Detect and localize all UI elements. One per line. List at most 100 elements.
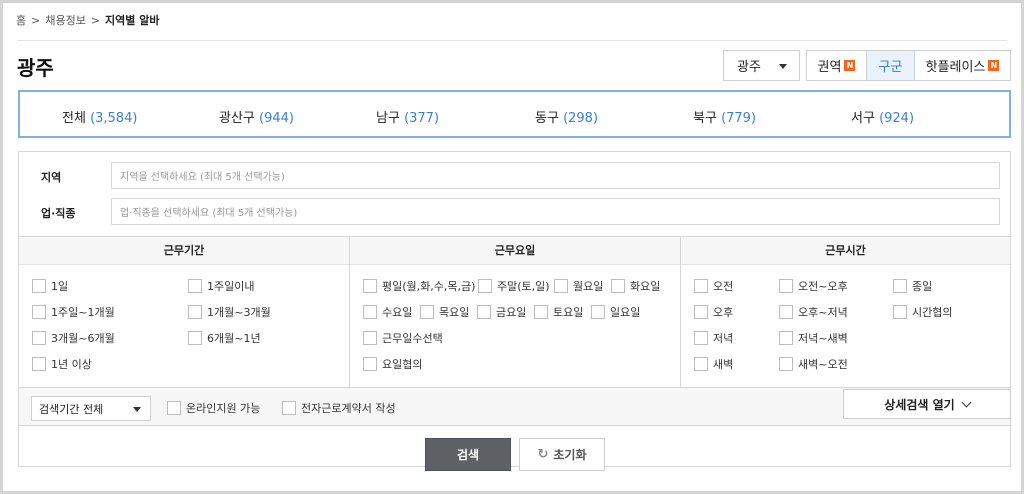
job-field[interactable]: 업·직종을 선택하세요 (최대 5개 선택가능): [111, 198, 1000, 225]
checkbox-box[interactable]: [779, 357, 793, 371]
checkbox-box[interactable]: [779, 305, 793, 319]
e-contract-checkbox[interactable]: 전자근로계약서 작성: [282, 400, 396, 416]
breadcrumb-section[interactable]: 채용정보: [45, 12, 85, 28]
region-field[interactable]: 지역을 선택하세요 (최대 5개 선택가능): [111, 162, 1000, 189]
tab-district[interactable]: 구군: [866, 51, 914, 80]
search-period-select[interactable]: 검색기간 전체: [31, 396, 151, 421]
days-checkbox[interactable]: 월요일: [554, 278, 603, 294]
checkbox-box[interactable]: [32, 305, 46, 319]
period-checkbox[interactable]: 3개월~6개월: [32, 330, 115, 346]
checkbox-box[interactable]: [363, 279, 377, 293]
checkbox-label: 근무일수선택: [382, 332, 443, 345]
condition-table: 근무기간 1일 1주일이내 1주일~1개월 1개월~3개월 3개월~6개월 6개…: [19, 236, 1010, 388]
checkbox-label: 주말(토,일): [497, 280, 550, 293]
days-checkbox[interactable]: 일요일: [591, 304, 640, 320]
time-checkbox[interactable]: 오후: [694, 304, 733, 320]
time-checkbox[interactable]: 저녁~새벽: [779, 330, 848, 346]
period-column: 근무기간 1일 1주일이내 1주일~1개월 1개월~3개월 3개월~6개월 6개…: [19, 237, 349, 387]
reset-label: 초기화: [553, 448, 587, 462]
time-checkbox[interactable]: 오후~저녁: [779, 304, 848, 320]
divider: [17, 40, 1007, 41]
checkbox-label: 1일: [51, 280, 69, 293]
checkbox-box[interactable]: [611, 279, 625, 293]
checkbox-box[interactable]: [694, 305, 708, 319]
reset-button[interactable]: ↻ 초기화: [519, 438, 605, 471]
checkbox-box[interactable]: [694, 357, 708, 371]
region-item-all[interactable]: 전체 (3,584): [62, 107, 137, 126]
checkbox-box[interactable]: [694, 331, 708, 345]
time-checkbox[interactable]: 종일: [893, 278, 932, 294]
checkbox-box[interactable]: [188, 331, 202, 345]
tab-area[interactable]: 권역 N: [807, 51, 866, 80]
time-checkbox[interactable]: 오전: [694, 278, 733, 294]
city-select[interactable]: 광주: [723, 50, 800, 81]
search-button[interactable]: 검색: [425, 438, 511, 471]
tab-hotplace[interactable]: 핫플레이스 N: [914, 51, 1010, 80]
checkbox-box[interactable]: [282, 401, 296, 415]
breadcrumb-separator: >: [31, 13, 41, 27]
region-bar: 전체 (3,584) 광산구 (944) 남구 (377) 동구 (298) 북…: [18, 90, 1011, 138]
checkbox-label: 전자근로계약서 작성: [301, 402, 396, 415]
region-name: 북구: [693, 111, 717, 126]
days-checkbox[interactable]: 토요일: [534, 304, 583, 320]
checkbox-box[interactable]: [32, 357, 46, 371]
search-box: 지역 지역을 선택하세요 (최대 5개 선택가능) 업·직종 업·직종을 선택하…: [18, 151, 1011, 471]
period-checkbox[interactable]: 1개월~3개월: [188, 304, 271, 320]
checkbox-box[interactable]: [363, 305, 377, 319]
region-item-gwangsan[interactable]: 광산구 (944): [219, 107, 294, 126]
checkbox-label: 토요일: [553, 306, 584, 319]
region-item-dong[interactable]: 동구 (298): [535, 107, 598, 126]
days-checkbox[interactable]: 근무일수선택: [363, 330, 443, 346]
checkbox-box[interactable]: [188, 279, 202, 293]
checkbox-box[interactable]: [694, 279, 708, 293]
region-name: 남구: [376, 111, 400, 126]
checkbox-box[interactable]: [893, 279, 907, 293]
period-checkbox[interactable]: 1년 이상: [32, 356, 92, 372]
checkbox-box[interactable]: [478, 279, 492, 293]
period-checkbox[interactable]: 6개월~1년: [188, 330, 261, 346]
days-checkbox[interactable]: 목요일: [420, 304, 469, 320]
checkbox-box[interactable]: [32, 279, 46, 293]
page-frame: 홈 > 채용정보 > 지역별 알바 광주 광주 권역 N 구군 핫플레이스 N …: [0, 0, 1024, 494]
period-checkbox[interactable]: 1주일~1개월: [32, 304, 115, 320]
region-field-row: 지역 지역을 선택하세요 (최대 5개 선택가능): [19, 162, 1010, 190]
checkbox-box[interactable]: [534, 305, 548, 319]
period-checkbox[interactable]: 1일: [32, 278, 68, 294]
region-item-buk[interactable]: 북구 (779): [693, 107, 756, 126]
days-checkbox[interactable]: 요일협의: [363, 356, 422, 372]
days-checkbox[interactable]: 수요일: [363, 304, 412, 320]
checkbox-box[interactable]: [167, 401, 181, 415]
checkbox-box[interactable]: [779, 331, 793, 345]
region-item-seo[interactable]: 서구 (924): [851, 107, 914, 126]
checkbox-label: 시간협의: [912, 306, 953, 319]
checkbox-box[interactable]: [363, 331, 377, 345]
breadcrumb-separator: >: [90, 13, 101, 27]
online-apply-checkbox[interactable]: 온라인지원 가능: [167, 400, 260, 416]
checkbox-box[interactable]: [893, 305, 907, 319]
checkbox-label: 일요일: [610, 306, 641, 319]
days-checkbox[interactable]: 금요일: [477, 304, 526, 320]
tab-label: 구군: [878, 60, 903, 75]
days-checkbox[interactable]: 화요일: [611, 278, 660, 294]
detail-search-button[interactable]: 상세검색 열기: [843, 389, 1011, 419]
checkbox-box[interactable]: [363, 357, 377, 371]
checkbox-box[interactable]: [591, 305, 605, 319]
days-checkbox[interactable]: 주말(토,일): [478, 278, 550, 294]
time-checkbox[interactable]: 새벽~오전: [779, 356, 848, 372]
checkbox-box[interactable]: [554, 279, 568, 293]
time-checkbox[interactable]: 새벽: [694, 356, 733, 372]
time-checkbox[interactable]: 오전~오후: [779, 278, 848, 294]
checkbox-box[interactable]: [188, 305, 202, 319]
period-checkbox[interactable]: 1주일이내: [188, 278, 254, 294]
breadcrumb-home[interactable]: 홈: [16, 12, 26, 28]
checkbox-box[interactable]: [779, 279, 793, 293]
region-item-nam[interactable]: 남구 (377): [376, 107, 439, 126]
checkbox-label: 온라인지원 가능: [186, 402, 261, 415]
time-checkbox[interactable]: 시간협의: [893, 304, 952, 320]
checkbox-box[interactable]: [32, 331, 46, 345]
detail-search-label: 상세검색 열기: [884, 397, 955, 412]
checkbox-box[interactable]: [420, 305, 434, 319]
time-checkbox[interactable]: 저녁: [694, 330, 733, 346]
checkbox-box[interactable]: [477, 305, 491, 319]
days-checkbox[interactable]: 평일(월,화,수,목,금): [363, 278, 475, 294]
